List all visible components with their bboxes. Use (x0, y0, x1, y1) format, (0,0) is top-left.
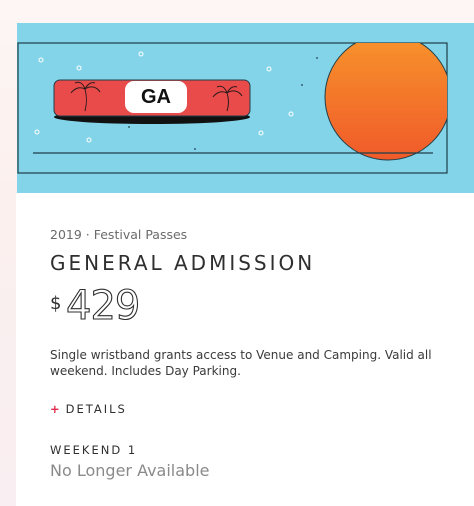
wristband-icon: GA (53, 79, 251, 124)
ticket-card: 2019 · Festival Passes GENERAL ADMISSION… (16, 193, 474, 506)
ticket-meta: 2019 · Festival Passes (50, 227, 188, 242)
availability-status: No Longer Available (50, 461, 210, 480)
details-toggle[interactable]: + DETAILS (50, 400, 127, 414)
plus-icon: + (50, 402, 60, 414)
currency-symbol: $ (50, 293, 62, 314)
price-amount: 429 (65, 282, 140, 329)
ticket-banner: GA (17, 23, 474, 193)
details-label: DETAILS (65, 402, 127, 414)
weekend-label: WEEKEND 1 (50, 443, 138, 457)
sun-icon (324, 43, 447, 161)
ticket-description: Single wristband grants access to Venue … (50, 348, 432, 378)
wristband-label: GA (141, 86, 171, 108)
banner-illustration: GA (17, 42, 448, 174)
ticket-title: GENERAL ADMISSION (50, 251, 316, 275)
